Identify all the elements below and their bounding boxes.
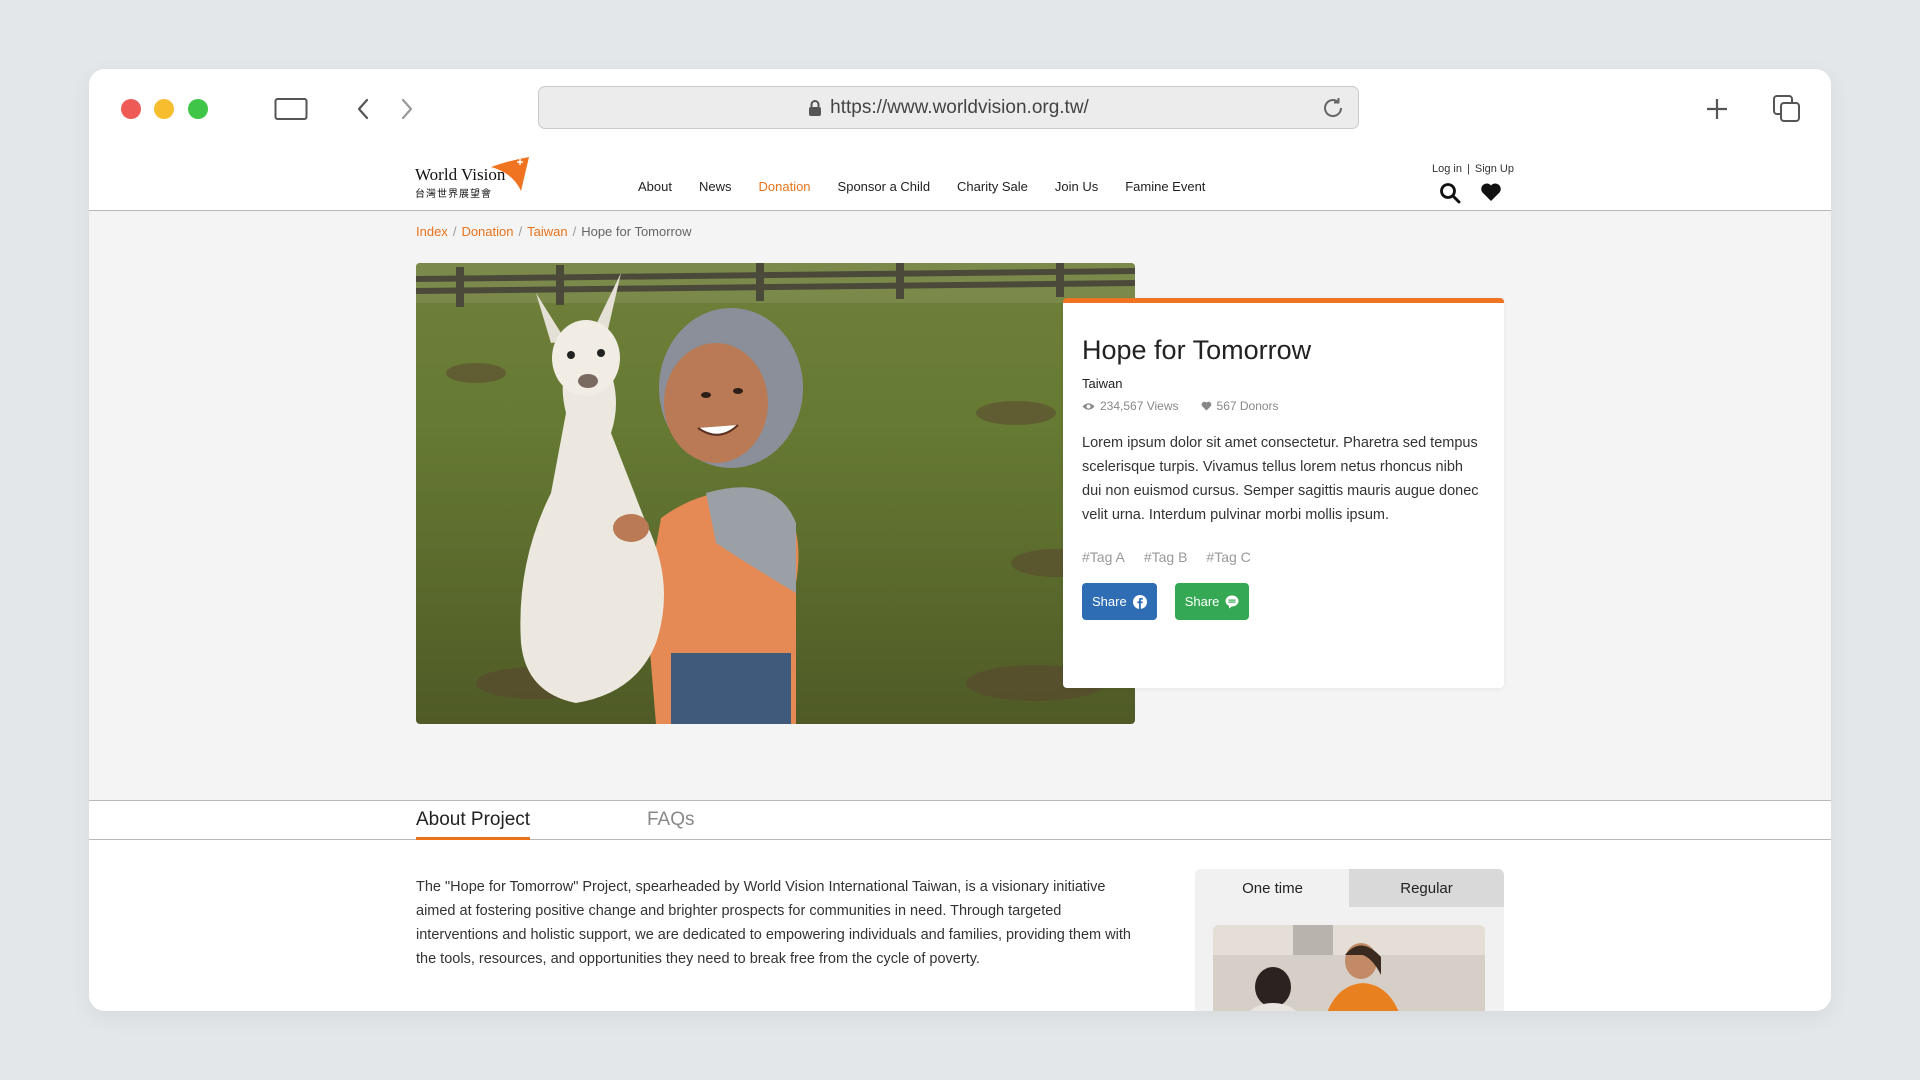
breadcrumb-separator: / xyxy=(518,224,523,239)
breadcrumb-separator: / xyxy=(572,224,577,239)
login-link[interactable]: Log in xyxy=(1432,163,1462,175)
nav-charity-sale[interactable]: Charity Sale xyxy=(957,179,1028,194)
about-section: The "Hope for Tomorrow" Project, spearhe… xyxy=(89,841,1831,1011)
tab-regular[interactable]: Regular xyxy=(1349,869,1504,907)
breadcrumb: Index / Donation / Taiwan / Hope for Tom… xyxy=(416,224,692,239)
tag-link[interactable]: #Tag B xyxy=(1144,549,1188,565)
forward-icon[interactable] xyxy=(387,89,427,129)
project-description: Lorem ipsum dolor sit amet consectetur. … xyxy=(1082,435,1479,523)
project-hero: Index / Donation / Taiwan / Hope for Tom… xyxy=(89,211,1831,801)
minimize-window-button[interactable] xyxy=(154,99,174,119)
project-photo xyxy=(416,263,1135,724)
browser-window: https://www.worldvision.org.tw/ World Vi… xyxy=(89,69,1831,1011)
favorites-heart-icon[interactable] xyxy=(1480,182,1502,202)
donors-stat: 567 Donors xyxy=(1201,399,1279,413)
breadcrumb-index[interactable]: Index xyxy=(416,224,448,239)
share-facebook-label: Share xyxy=(1092,594,1127,609)
line-icon xyxy=(1225,595,1239,609)
nav-famine-event[interactable]: Famine Event xyxy=(1125,179,1205,194)
nav-news[interactable]: News xyxy=(699,179,732,194)
project-location: Taiwan xyxy=(1082,376,1123,391)
tag-link[interactable]: #Tag C xyxy=(1206,549,1250,565)
nav-join-us[interactable]: Join Us xyxy=(1055,179,1098,194)
nav-donation[interactable]: Donation xyxy=(759,179,811,194)
nav-sponsor-a-child[interactable]: Sponsor a Child xyxy=(838,179,931,194)
world-vision-logo[interactable]: World Vision 台灣世界展望會 xyxy=(415,157,530,200)
back-icon[interactable] xyxy=(343,89,383,129)
donation-widget: One time Regular xyxy=(1195,869,1504,1011)
sidebar-toggle-icon[interactable] xyxy=(271,89,311,129)
share-buttons: Share Share xyxy=(1082,583,1485,620)
heart-icon xyxy=(1201,401,1211,411)
project-tabs: About Project FAQs xyxy=(89,802,1831,840)
tag-link[interactable]: #Tag A xyxy=(1082,549,1125,565)
donors-count: 567 Donors xyxy=(1216,399,1279,413)
donation-photo xyxy=(1213,925,1485,1011)
share-facebook-button[interactable]: Share xyxy=(1082,583,1157,620)
lock-icon xyxy=(808,99,822,117)
project-title: Hope for Tomorrow xyxy=(1082,335,1312,365)
project-stats: 234,567 Views 567 Donors xyxy=(1082,399,1485,413)
nav-about[interactable]: About xyxy=(638,179,672,194)
views-stat: 234,567 Views xyxy=(1082,399,1179,413)
reload-icon[interactable] xyxy=(1320,95,1346,127)
auth-links: Log in | Sign Up xyxy=(1432,163,1514,175)
signup-link[interactable]: Sign Up xyxy=(1475,163,1514,175)
new-tab-icon[interactable] xyxy=(1697,89,1737,129)
tab-faqs[interactable]: FAQs xyxy=(647,809,695,837)
main-nav: About News Donation Sponsor a Child Char… xyxy=(638,179,1232,194)
url-text: https://www.worldvision.org.tw/ xyxy=(830,96,1089,118)
logo-mark-icon xyxy=(491,157,529,191)
eye-icon xyxy=(1082,402,1095,410)
facebook-icon xyxy=(1132,594,1147,609)
maximize-window-button[interactable] xyxy=(188,99,208,119)
breadcrumb-separator: / xyxy=(452,224,457,239)
tab-about-project[interactable]: About Project xyxy=(416,809,531,840)
address-bar[interactable]: https://www.worldvision.org.tw/ xyxy=(538,86,1359,129)
site-header: World Vision 台灣世界展望會 About News Donation… xyxy=(89,149,1831,211)
about-project-text: The "Hope for Tomorrow" Project, spearhe… xyxy=(416,879,1131,967)
breadcrumb-current: Hope for Tomorrow xyxy=(581,224,692,239)
breadcrumb-taiwan[interactable]: Taiwan xyxy=(527,224,567,239)
tab-one-time[interactable]: One time xyxy=(1195,869,1350,907)
views-count: 234,567 Views xyxy=(1100,399,1179,413)
share-line-label: Share xyxy=(1184,594,1220,609)
search-icon[interactable] xyxy=(1439,182,1461,204)
share-line-button[interactable]: Share xyxy=(1174,583,1250,620)
project-tags: #Tag A #Tag B #Tag C xyxy=(1082,549,1485,565)
project-info-card: Hope for Tomorrow Taiwan 234,567 Views 5… xyxy=(1063,298,1504,688)
logo-text-zh: 台灣世界展望會 xyxy=(415,189,492,200)
auth-separator: | xyxy=(1467,163,1470,175)
close-window-button[interactable] xyxy=(121,99,141,119)
browser-toolbar: https://www.worldvision.org.tw/ xyxy=(89,69,1831,149)
tab-overview-icon[interactable] xyxy=(1767,89,1807,129)
breadcrumb-donation[interactable]: Donation xyxy=(461,224,513,239)
